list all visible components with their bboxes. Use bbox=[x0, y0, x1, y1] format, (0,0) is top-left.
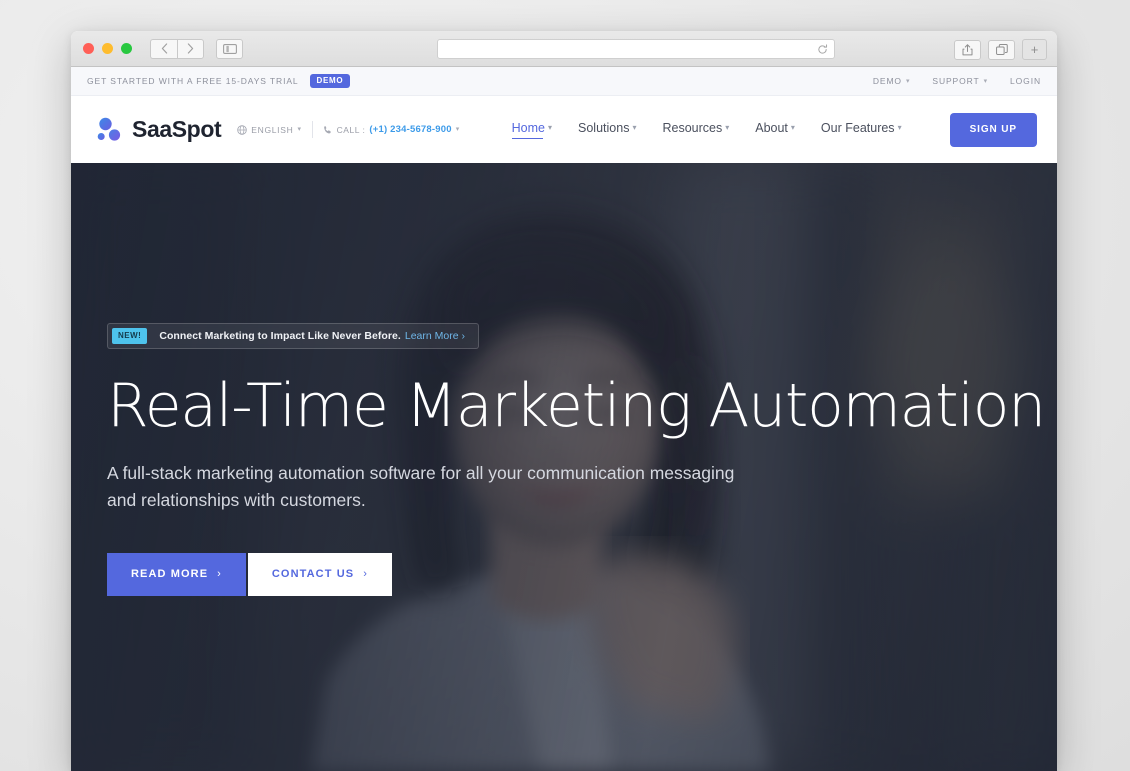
site-utility-bar: GET STARTED WITH A FREE 15-DAYS TRIAL DE… bbox=[71, 67, 1057, 96]
chevron-down-icon: ▾ bbox=[548, 123, 553, 132]
chevron-right-icon: › bbox=[217, 568, 222, 581]
maximize-window-button[interactable] bbox=[121, 43, 132, 54]
share-icon bbox=[962, 43, 973, 55]
reload-icon[interactable] bbox=[817, 43, 828, 55]
share-button[interactable] bbox=[954, 39, 981, 60]
saaspot-molecule-logo-icon bbox=[97, 117, 121, 141]
chevron-down-icon: ▾ bbox=[905, 77, 911, 85]
utility-bar-right: DEMO ▾ SUPPORT ▾ LOGIN bbox=[873, 76, 1041, 86]
site-header: SaaSpot ENGLISH ▾ CALL: (+1) 234-5678-9… bbox=[71, 96, 1057, 163]
hero-section: NEW! Connect Marketing to Impact Like Ne… bbox=[71, 163, 1057, 771]
chevron-down-icon: ▾ bbox=[297, 126, 302, 133]
utility-link-demo-label: DEMO bbox=[872, 76, 902, 86]
hero-title: Real-Time Marketing Automation bbox=[107, 371, 1046, 441]
utility-bar-left: GET STARTED WITH A FREE 15-DAYS TRIAL DE… bbox=[87, 74, 351, 88]
chevron-down-icon: ▾ bbox=[790, 123, 795, 132]
close-window-button[interactable] bbox=[83, 43, 94, 54]
nav-item-resources[interactable]: Resources ▾ bbox=[662, 121, 729, 138]
nav-item-solutions[interactable]: Solutions ▾ bbox=[578, 121, 636, 138]
new-badge: NEW! bbox=[112, 328, 148, 344]
show-tabs-icon bbox=[995, 43, 1008, 55]
minimize-window-button[interactable] bbox=[102, 43, 113, 54]
learn-more-link[interactable]: Learn More › bbox=[405, 330, 465, 342]
phone-icon bbox=[323, 125, 331, 133]
language-selector[interactable]: ENGLISH ▾ bbox=[237, 125, 301, 135]
nav-item-about[interactable]: About ▾ bbox=[755, 121, 795, 138]
forward-button[interactable] bbox=[177, 38, 204, 59]
hero-subtitle: A full-stack marketing automation softwa… bbox=[107, 462, 735, 511]
nav-item-solutions-label: Solutions bbox=[578, 121, 630, 135]
utility-link-login[interactable]: LOGIN bbox=[1010, 76, 1041, 86]
browser-right-tools: + bbox=[954, 39, 1047, 60]
nav-item-home-label: Home bbox=[511, 121, 545, 135]
nav-item-about-label: About bbox=[755, 121, 788, 135]
utility-link-support[interactable]: SUPPORT ▾ bbox=[932, 76, 988, 86]
page-viewport: GET STARTED WITH A FREE 15-DAYS TRIAL DE… bbox=[71, 67, 1057, 771]
show-tabs-button[interactable] bbox=[988, 39, 1015, 60]
sidebar-toggle-icon bbox=[222, 43, 237, 54]
contact-us-button[interactable]: CONTACT US › bbox=[247, 553, 392, 597]
chevron-left-icon bbox=[161, 43, 167, 54]
brand-name: SaaSpot bbox=[132, 116, 222, 142]
sidebar-toggle-button[interactable] bbox=[216, 38, 243, 59]
nav-item-resources-label: Resources bbox=[662, 121, 723, 135]
chevron-right-icon: › bbox=[363, 568, 368, 581]
hero-cta-group: READ MORE › CONTACT US › bbox=[107, 553, 1057, 597]
browser-nav-buttons bbox=[150, 38, 204, 59]
chevron-down-icon: ▾ bbox=[725, 123, 730, 132]
utility-link-login-label: LOGIN bbox=[1010, 76, 1041, 86]
read-more-button[interactable]: READ MORE › bbox=[107, 553, 246, 597]
call-number: (+1) 234-5678-900 bbox=[369, 124, 452, 135]
main-navigation: Home ▾ Solutions ▾ Resources ▾ About ▾ O… bbox=[511, 112, 1037, 147]
header-meta: ENGLISH ▾ CALL : (+1) 234-5678-900 ▾ bbox=[237, 121, 460, 138]
sign-up-button[interactable]: SIGN UP bbox=[949, 112, 1037, 147]
window-traffic-lights bbox=[83, 43, 132, 54]
read-more-label: READ MORE bbox=[131, 568, 209, 581]
promo-text: GET STARTED WITH A FREE 15-DAYS TRIAL bbox=[87, 76, 299, 86]
language-label: ENGLISH bbox=[251, 124, 294, 135]
new-tab-button[interactable]: + bbox=[1022, 39, 1047, 60]
nav-item-our-features[interactable]: Our Features ▾ bbox=[821, 121, 902, 138]
browser-window: + GET STARTED WITH A FREE 15-DAYS TRIAL … bbox=[71, 31, 1057, 771]
announcement-text: Connect Marketing to Impact Like Never B… bbox=[159, 330, 401, 342]
chevron-down-icon: ▾ bbox=[455, 126, 460, 133]
utility-link-demo[interactable]: DEMO ▾ bbox=[873, 76, 911, 86]
utility-link-support-label: SUPPORT bbox=[932, 76, 980, 86]
header-divider bbox=[311, 121, 313, 138]
back-button[interactable] bbox=[150, 38, 177, 59]
chevron-down-icon: ▾ bbox=[983, 77, 989, 85]
nav-item-our-features-label: Our Features bbox=[820, 121, 895, 135]
call-info[interactable]: CALL : (+1) 234-5678-900 ▾ bbox=[323, 124, 460, 135]
brand-logo[interactable]: SaaSpot bbox=[95, 116, 222, 144]
browser-titlebar: + bbox=[71, 31, 1057, 67]
chevron-right-icon bbox=[187, 43, 194, 54]
contact-us-label: CONTACT US bbox=[271, 568, 355, 581]
chevron-down-icon: ▾ bbox=[897, 123, 902, 132]
address-bar[interactable] bbox=[437, 39, 835, 59]
nav-item-home[interactable]: Home ▾ bbox=[511, 121, 553, 139]
chevron-down-icon: ▾ bbox=[632, 123, 637, 132]
announcement-banner[interactable]: NEW! Connect Marketing to Impact Like Ne… bbox=[107, 323, 479, 349]
hero-content: NEW! Connect Marketing to Impact Like Ne… bbox=[71, 163, 1057, 597]
call-label: CALL : bbox=[336, 124, 366, 135]
globe-icon bbox=[237, 124, 247, 135]
demo-badge[interactable]: DEMO bbox=[309, 74, 351, 88]
